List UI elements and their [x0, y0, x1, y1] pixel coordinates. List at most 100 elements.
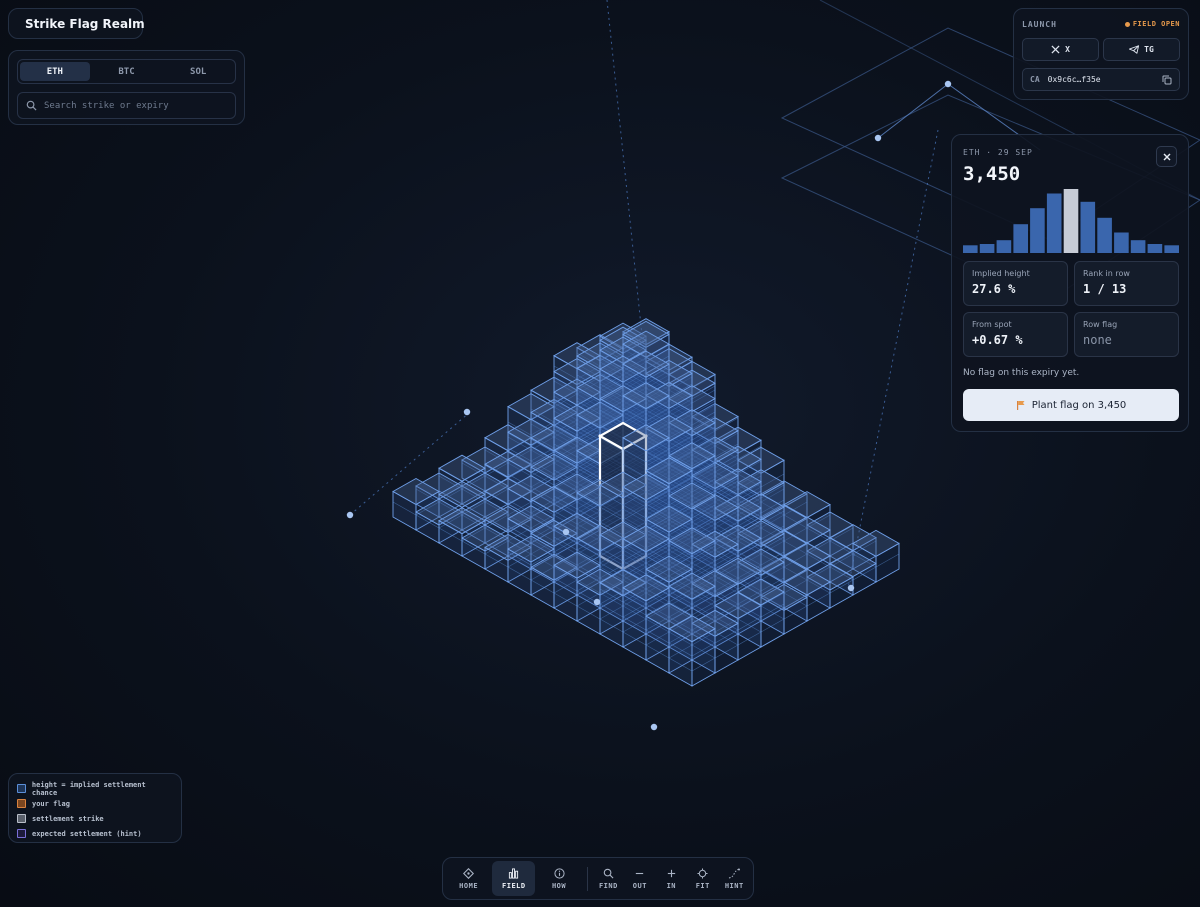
stat-value: none — [1083, 333, 1112, 347]
legend-label: height = implied settlement chance — [31, 780, 146, 797]
strike-detail-panel: ETH · 29 SEP 3,450 Implied height 27.6 %… — [951, 134, 1189, 432]
field-status-text: FIELD OPEN — [1132, 20, 1180, 28]
home-label: HOME — [459, 881, 479, 890]
legend-label: expected settlement (hint) — [32, 829, 142, 838]
legend-item: settlement strike — [17, 811, 173, 826]
status-dot-icon — [1124, 21, 1130, 27]
contract-address: CA 0x9c6c…f35e — [1022, 68, 1180, 91]
plant-flag-button[interactable]: Plant flag on 3,450 — [963, 389, 1179, 421]
ca-label: CA — [1030, 75, 1040, 84]
app-title: Strike Flag Realm — [25, 16, 145, 31]
zoom-out-button[interactable]: OUT — [625, 861, 654, 896]
copy-icon[interactable] — [1162, 75, 1172, 85]
histogram-bar[interactable] — [1114, 232, 1129, 254]
legend-label: settlement strike — [32, 814, 104, 823]
hint-button[interactable]: HINT — [720, 861, 749, 896]
info-icon — [553, 867, 565, 879]
strike-histogram[interactable] — [963, 185, 1179, 253]
strike-bars[interactable] — [392, 318, 900, 687]
legend-item: height = implied settlement chance — [17, 780, 173, 797]
telegram-icon — [1129, 45, 1140, 54]
histogram-bar[interactable] — [1013, 224, 1028, 253]
legend-item: your flag — [17, 796, 173, 811]
plus-icon — [667, 869, 675, 877]
zoom-in-button[interactable]: IN — [657, 861, 686, 896]
asset-selector: ETH BTC SOL — [8, 50, 245, 125]
bottom-toolbar: HOME FIELD HOW FIND OUT IN FIT HINT — [442, 857, 754, 900]
detail-strike: 3,450 — [963, 163, 1021, 185]
search-box[interactable] — [17, 92, 236, 119]
legend-item: expected settlement (hint) — [17, 826, 173, 841]
x-link-label: X — [1065, 45, 1070, 54]
search-icon — [26, 100, 37, 111]
histogram-bar[interactable] — [979, 244, 995, 253]
legend-swatch — [17, 814, 26, 823]
launch-panel: LAUNCH FIELD OPEN X TG CA 0x9c6c…f35e — [1013, 8, 1189, 100]
hint-sparkle-icon — [729, 868, 741, 878]
legend-swatch — [17, 829, 26, 838]
minus-icon — [636, 872, 644, 874]
stat-value: 27.6 % — [972, 282, 1016, 296]
search-icon — [603, 868, 614, 878]
ca-value: 0x9c6c…f35e — [1047, 75, 1101, 84]
histogram-bar[interactable] — [1046, 193, 1062, 254]
stat-row-flag: Row flag none — [1074, 312, 1179, 357]
zoom-in-label: IN — [666, 881, 677, 890]
search-input[interactable] — [44, 100, 224, 111]
app-logo[interactable]: Strike Flag Realm — [8, 8, 145, 39]
telegram-link-button[interactable]: TG — [1103, 38, 1180, 61]
flag-icon — [1016, 401, 1025, 410]
histogram-bar[interactable] — [996, 240, 1012, 253]
stat-label: From spot — [972, 320, 1012, 329]
field-button[interactable]: FIELD — [492, 861, 536, 896]
stat-label: Rank in row — [1083, 269, 1130, 278]
histogram-bar-selected[interactable] — [1063, 189, 1079, 253]
diamond-home-icon — [463, 867, 475, 879]
asset-tabs: ETH BTC SOL — [17, 59, 236, 84]
tab-eth[interactable]: ETH — [20, 62, 90, 81]
legend-swatch — [17, 784, 26, 793]
launch-title: LAUNCH — [1022, 19, 1057, 29]
how-label: HOW — [551, 881, 567, 890]
histogram-bar[interactable] — [1164, 245, 1179, 253]
stat-value: 1 / 13 — [1083, 282, 1127, 296]
stat-implied-height: Implied height 27.6 % — [963, 261, 1068, 306]
field-label: FIELD — [502, 881, 526, 890]
stat-value: +0.67 % — [972, 333, 1023, 347]
stat-label: Row flag — [1083, 320, 1118, 329]
strike-bar[interactable] — [668, 615, 716, 687]
plant-flag-label: Plant flag on 3,450 — [1031, 399, 1127, 411]
stat-label: Implied height — [972, 269, 1030, 278]
x-link-button[interactable]: X — [1022, 38, 1099, 61]
toolbar-divider — [586, 866, 588, 891]
close-button[interactable] — [1156, 146, 1177, 167]
flag-note: No flag on this expiry yet. — [963, 368, 1080, 378]
zoom-out-label: OUT — [632, 881, 647, 890]
tab-sol[interactable]: SOL — [163, 62, 233, 81]
telegram-link-label: TG — [1144, 45, 1154, 54]
histogram-bar[interactable] — [1147, 244, 1163, 253]
histogram-bar[interactable] — [1080, 201, 1096, 253]
stats-grid: Implied height 27.6 % Rank in row 1 / 13… — [963, 261, 1179, 357]
tab-btc[interactable]: BTC — [92, 62, 162, 81]
fit-button[interactable]: FIT — [688, 861, 717, 896]
detail-meta: ETH · 29 SEP — [963, 148, 1033, 157]
legend-swatch — [17, 799, 26, 808]
stat-from-spot: From spot +0.67 % — [963, 312, 1068, 357]
histogram-bar[interactable] — [1030, 208, 1045, 253]
bar-chart-icon — [509, 867, 519, 879]
close-icon — [1163, 153, 1170, 160]
histogram-bar[interactable] — [1097, 217, 1112, 253]
find-label: FIND — [598, 881, 618, 890]
home-button[interactable]: HOME — [447, 861, 490, 896]
find-button[interactable]: FIND — [594, 861, 623, 896]
histogram-bar[interactable] — [1130, 240, 1146, 253]
x-logo-icon — [1051, 45, 1060, 54]
legend-label: your flag — [32, 799, 70, 808]
legend: height = implied settlement chance your … — [8, 773, 182, 843]
how-button[interactable]: HOW — [537, 861, 580, 896]
crosshair-icon — [697, 867, 708, 879]
fit-label: FIT — [695, 881, 710, 890]
field-status-badge: FIELD OPEN — [1124, 20, 1180, 28]
histogram-bar[interactable] — [963, 245, 978, 253]
